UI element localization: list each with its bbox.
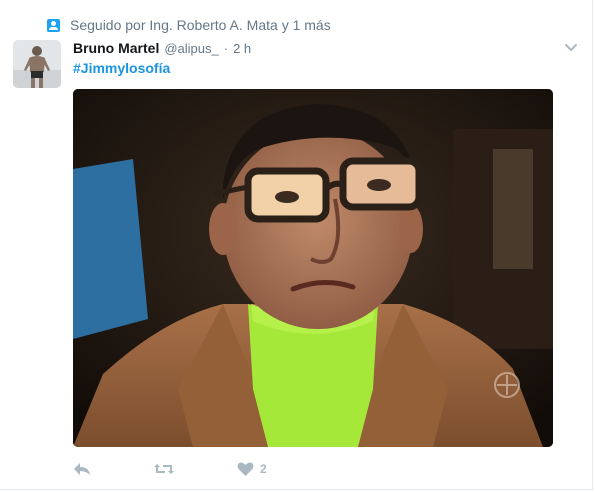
tweet-actions: 2 — [73, 458, 329, 480]
chevron-down-icon[interactable] — [564, 40, 578, 54]
separator: · — [223, 41, 229, 56]
hashtag-link[interactable]: #Jimmylosofía — [73, 60, 170, 76]
like-count: 2 — [260, 462, 267, 476]
user-name[interactable]: Bruno Martel — [73, 40, 159, 56]
retweet-button[interactable] — [153, 461, 175, 477]
retweet-icon — [153, 461, 175, 477]
avatar[interactable] — [13, 40, 61, 88]
user-handle[interactable]: @alipus_ — [164, 41, 218, 56]
like-button[interactable]: 2 — [237, 461, 267, 477]
tweet-card[interactable]: Seguido por Ing. Roberto A. Mata y 1 más… — [0, 0, 593, 490]
reply-button[interactable] — [73, 461, 91, 477]
person-icon — [47, 18, 60, 32]
avatar-image — [13, 40, 61, 88]
heart-icon — [237, 461, 254, 477]
social-context: Seguido por Ing. Roberto A. Mata y 1 más — [47, 15, 331, 35]
tweet-header: Bruno Martel @alipus_ · 2 h — [73, 40, 251, 58]
media-image — [73, 89, 553, 447]
social-context-text: Seguido por Ing. Roberto A. Mata y 1 más — [70, 17, 331, 33]
reply-icon — [73, 461, 91, 477]
timestamp[interactable]: 2 h — [233, 41, 251, 56]
tweet-media[interactable] — [73, 89, 553, 447]
